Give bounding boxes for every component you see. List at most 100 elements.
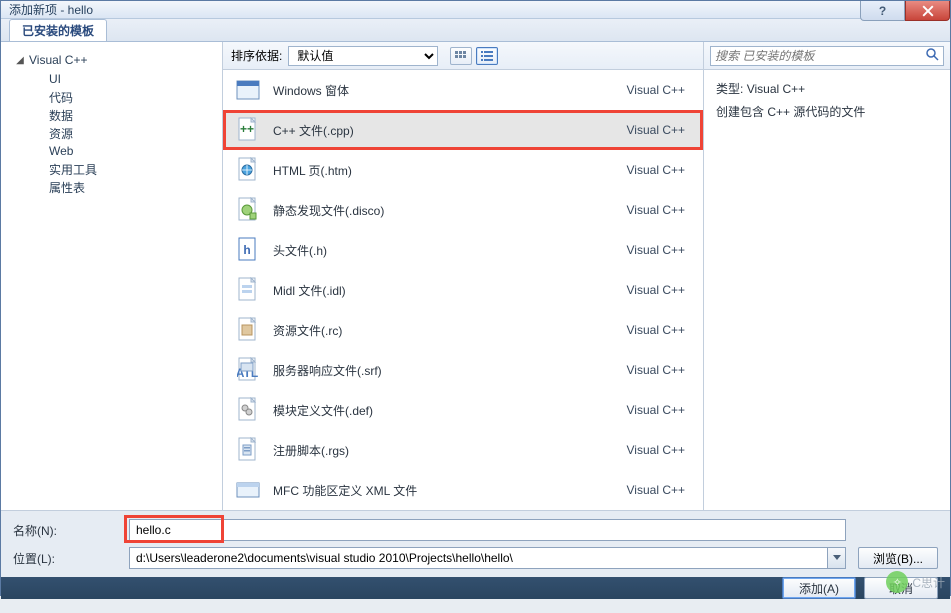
file-type-icon (235, 397, 261, 423)
template-item-lang: Visual C++ (627, 483, 691, 497)
window-buttons: ? (860, 1, 950, 21)
template-item-lang: Visual C++ (627, 243, 691, 257)
tabs-row: 已安装的模板 (1, 19, 950, 42)
template-item-label: Midl 文件(.idl) (273, 282, 615, 299)
file-type-icon (235, 277, 261, 303)
location-field-wrap (129, 547, 846, 569)
description-text: 创建包含 C++ 源代码的文件 (716, 103, 938, 122)
svg-text:h: h (243, 243, 250, 257)
window-title: 添加新项 - hello (9, 1, 93, 18)
view-small-icons-button[interactable] (476, 47, 498, 65)
collapse-icon: ◢ (15, 55, 25, 66)
list-icon (481, 51, 493, 61)
template-item-label: 服务器响应文件(.srf) (273, 362, 615, 379)
template-item[interactable]: 注册脚本(.rgs) Visual C++ (223, 430, 703, 470)
search-icon[interactable] (925, 47, 939, 64)
template-item-label: C++ 文件(.cpp) (273, 122, 615, 139)
location-input[interactable] (129, 547, 828, 569)
search-input[interactable] (715, 49, 925, 63)
template-item-lang: Visual C++ (627, 443, 691, 457)
file-type-icon (235, 197, 261, 223)
template-list[interactable]: Windows 窗体 Visual C++ ++ C++ 文件(.cpp) Vi… (223, 70, 703, 510)
titlebar[interactable]: 添加新项 - hello ? (1, 1, 950, 19)
add-button[interactable]: 添加(A) (782, 577, 856, 599)
template-item-label: 静态发现文件(.disco) (273, 202, 615, 219)
file-type-icon: ++ (235, 117, 261, 143)
tree-item[interactable]: UI (1, 70, 222, 88)
svg-text:++: ++ (240, 122, 254, 136)
browse-button[interactable]: 浏览(B)... (858, 547, 938, 569)
file-type-icon: ATL (235, 357, 261, 383)
help-button[interactable]: ? (860, 1, 905, 21)
dialog-window: 添加新项 - hello ? 已安装的模板 ◢ Visual C++ UI代码数… (0, 0, 951, 596)
category-tree: ◢ Visual C++ UI代码数据资源Web实用工具属性表 (1, 42, 223, 510)
sort-select[interactable]: 默认值 (288, 46, 438, 66)
template-item-label: 模块定义文件(.def) (273, 402, 615, 419)
template-item-lang: Visual C++ (627, 203, 691, 217)
template-list-pane: 排序依据: 默认值 Windows 窗体 Visual C++ ++ C++ 文… (223, 42, 704, 510)
template-item-label: 注册脚本(.rgs) (273, 442, 615, 459)
template-item[interactable]: Midl 文件(.idl) Visual C++ (223, 270, 703, 310)
tree-item[interactable]: Web (1, 142, 222, 160)
tab-installed-templates[interactable]: 已安装的模板 (9, 19, 107, 41)
name-input[interactable] (129, 519, 846, 541)
template-item-label: Windows 窗体 (273, 82, 615, 99)
template-item[interactable]: h 头文件(.h) Visual C++ (223, 230, 703, 270)
question-icon: ? (879, 4, 886, 18)
file-type-icon: h (235, 237, 261, 263)
grid-icon (455, 51, 467, 61)
tree-root-label: Visual C++ (29, 53, 87, 67)
template-item[interactable]: HTML 页(.htm) Visual C++ (223, 150, 703, 190)
template-item-lang: Visual C++ (627, 123, 691, 137)
tab-label: 已安装的模板 (22, 22, 94, 39)
template-item-lang: Visual C++ (627, 403, 691, 417)
file-type-icon (235, 477, 261, 503)
details-pane: 类型: Visual C++ 创建包含 C++ 源代码的文件 (704, 42, 950, 510)
template-item-label: 头文件(.h) (273, 242, 615, 259)
template-item[interactable]: ++ C++ 文件(.cpp) Visual C++ (223, 110, 703, 150)
template-item-label: 资源文件(.rc) (273, 322, 615, 339)
name-field-wrap (129, 519, 846, 541)
file-type-icon (235, 437, 261, 463)
template-item[interactable]: MFC 功能区定义 XML 文件 Visual C++ (223, 470, 703, 510)
view-medium-icons-button[interactable] (450, 47, 472, 65)
template-item[interactable]: 静态发现文件(.disco) Visual C++ (223, 190, 703, 230)
template-item-lang: Visual C++ (627, 323, 691, 337)
type-value: Visual C++ (747, 82, 805, 96)
content-area: ◢ Visual C++ UI代码数据资源Web实用工具属性表 排序依据: 默认… (1, 42, 950, 510)
file-type-icon (235, 157, 261, 183)
template-item[interactable]: Windows 窗体 Visual C++ (223, 70, 703, 110)
sort-row: 排序依据: 默认值 (223, 42, 703, 70)
tree-item[interactable]: 实用工具 (1, 160, 222, 178)
description-area: 类型: Visual C++ 创建包含 C++ 源代码的文件 (704, 70, 950, 132)
template-item[interactable]: ATL 服务器响应文件(.srf) Visual C++ (223, 350, 703, 390)
name-label: 名称(N): (13, 522, 117, 539)
sort-label: 排序依据: (231, 47, 282, 64)
tree-item[interactable]: 属性表 (1, 178, 222, 196)
template-item-lang: Visual C++ (627, 83, 691, 97)
file-type-icon (235, 77, 261, 103)
template-item-lang: Visual C++ (627, 363, 691, 377)
type-line: 类型: Visual C++ (716, 80, 938, 99)
template-item[interactable]: 资源文件(.rc) Visual C++ (223, 310, 703, 350)
tree-item[interactable]: 代码 (1, 88, 222, 106)
tree-item[interactable]: 数据 (1, 106, 222, 124)
location-label: 位置(L): (13, 550, 117, 567)
close-button[interactable] (905, 1, 950, 21)
file-type-icon (235, 317, 261, 343)
action-bar: 添加(A) 取消 (1, 577, 950, 599)
search-box[interactable] (710, 46, 944, 66)
type-label: 类型: (716, 82, 743, 96)
tree-item[interactable]: 资源 (1, 124, 222, 142)
search-row (704, 42, 950, 70)
template-item-lang: Visual C++ (627, 163, 691, 177)
cancel-button[interactable]: 取消 (864, 577, 938, 599)
template-item[interactable]: 模块定义文件(.def) Visual C++ (223, 390, 703, 430)
bottom-fields: 名称(N): 位置(L): 浏览(B)... (1, 510, 950, 577)
template-item-lang: Visual C++ (627, 283, 691, 297)
tree-root[interactable]: ◢ Visual C++ (1, 50, 222, 70)
view-toggle (450, 47, 498, 65)
location-dropdown-button[interactable] (828, 547, 846, 569)
chevron-down-icon (833, 555, 841, 561)
close-icon (922, 5, 934, 17)
